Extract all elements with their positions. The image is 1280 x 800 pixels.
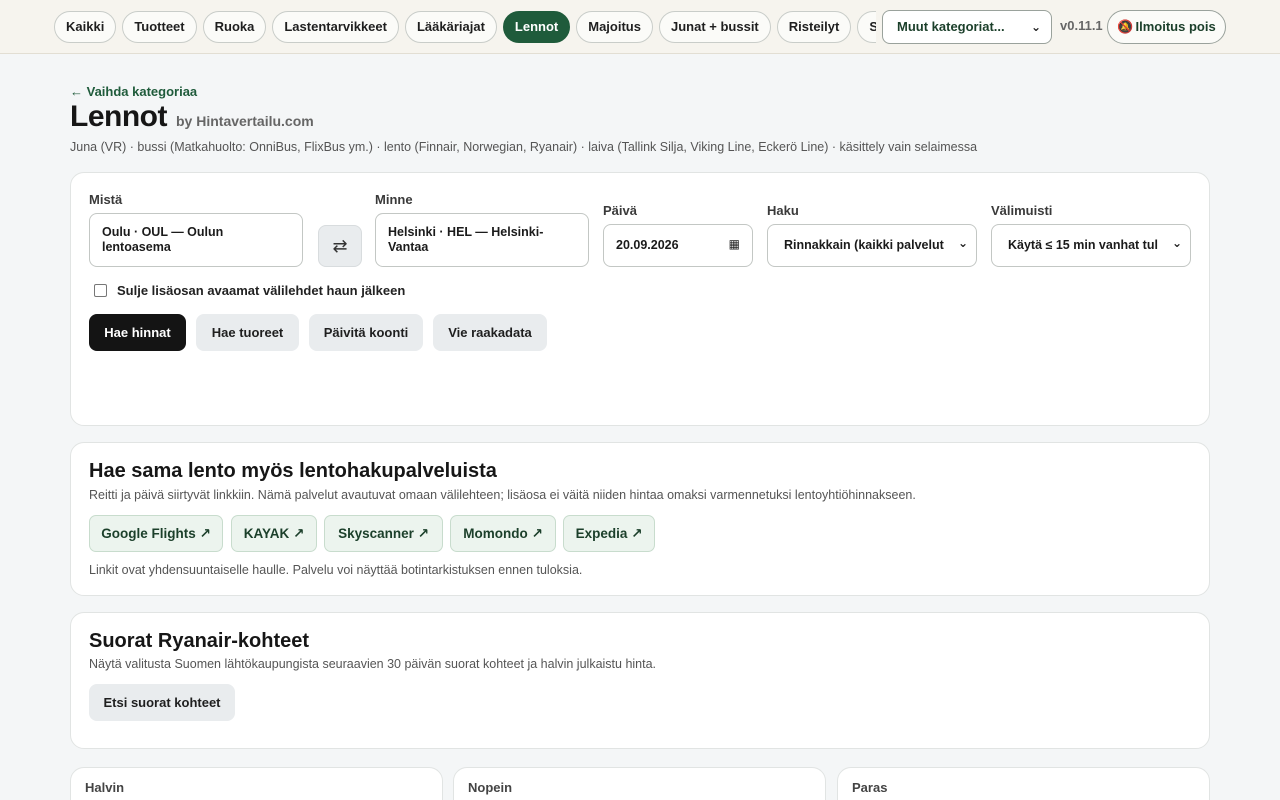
google-flights-link[interactable]: Google Flights ↗ <box>89 515 223 552</box>
mode-label: Haku <box>767 203 799 218</box>
tab-lennot[interactable]: Lennot <box>502 11 571 43</box>
cache-label: Välimuisti <box>991 203 1053 218</box>
to-label: Minne <box>375 192 413 207</box>
ryanair-desc: Näytä valitusta Suomen lähtökaupungista … <box>89 657 657 671</box>
chevron-down-icon: ⌄ <box>1030 20 1041 34</box>
summary-card-fastest: Nopein <box>453 767 826 800</box>
tab-laakariajat[interactable]: Lääkäriajat <box>404 11 497 43</box>
other-categories-value: Muut kategoriat... <box>897 19 1005 34</box>
ryanair-card: Suorat Ryanair-kohteet Näytä valitusta S… <box>70 612 1210 749</box>
date-input[interactable]: 20.09.2026 ▦ <box>603 224 753 267</box>
date-value: 20.09.2026 <box>616 238 679 252</box>
bell-off-icon: 🔕 <box>1117 19 1134 34</box>
summary-fastest-label: Nopein <box>468 780 513 795</box>
tab-tuotteet[interactable]: Tuotteet <box>122 11 197 43</box>
external-search-card: Hae sama lento myös lentohakupalveluista… <box>70 442 1210 596</box>
external-search-title: Hae sama lento myös lentohakupalveluista <box>89 460 497 482</box>
close-tabs-checkbox[interactable] <box>94 284 107 297</box>
export-raw-data-button[interactable]: Vie raakadata <box>433 314 547 351</box>
external-search-note: Linkit ovat yhdensuuntaiselle haulle. Pa… <box>89 563 583 577</box>
tab-ruoka[interactable]: Ruoka <box>202 11 267 43</box>
tab-lastentarvikkeet[interactable]: Lastentarvikkeet <box>272 11 399 43</box>
search-prices-button[interactable]: Hae hinnat <box>89 314 186 351</box>
search-mode-value: Rinnakkain (kaikki palvelut <box>784 238 944 252</box>
ryanair-title: Suorat Ryanair-kohteet <box>89 630 310 652</box>
chevron-down-icon: ⌄ <box>1171 236 1182 250</box>
chevron-down-icon: ⌄ <box>957 236 968 250</box>
tab-majoitus[interactable]: Majoitus <box>576 11 653 43</box>
cache-select[interactable]: Käytä ≤ 15 min vanhat tul ⌄ <box>991 224 1191 267</box>
other-categories-select[interactable]: Muut kategoriat... ⌄ <box>882 10 1052 44</box>
page-subtitle: Juna (VR) · bussi (Matkahuolto: OnniBus,… <box>70 140 978 154</box>
category-tabs[interactable]: Kaikki Tuotteet Ruoka Lastentarvikkeet Lääkä… <box>54 11 876 43</box>
search-mode-select[interactable]: Rinnakkain (kaikki palvelut ⌄ <box>767 224 977 267</box>
top-bar: Kaikki Tuotteet Ruoka Lastentarvikkeet Lääkä… <box>0 0 1280 54</box>
swap-icon: ⇄ <box>332 236 348 256</box>
swap-button[interactable]: ⇄ <box>318 225 362 267</box>
summary-cheapest-label: Halvin <box>85 780 125 795</box>
tab-junat-bussit[interactable]: Junat + bussit <box>658 11 771 43</box>
to-value: Helsinki · HEL — Helsinki-Vantaa <box>388 225 544 254</box>
search-fresh-button[interactable]: Hae tuoreet <box>196 314 299 351</box>
from-label: Mistä <box>89 192 123 207</box>
summary-card-cheapest: Halvin <box>70 767 443 800</box>
version-label: v0.11.1 <box>1060 18 1103 33</box>
change-category-link[interactable]: ← Vaihda kategoriaa <box>70 84 197 99</box>
tab-risteilyt[interactable]: Risteilyt <box>776 11 852 43</box>
expedia-link[interactable]: Expedia ↗ <box>563 515 655 552</box>
summary-best-label: Paras <box>852 780 888 795</box>
skyscanner-link[interactable]: Skyscanner ↗ <box>324 515 443 552</box>
summary-card-best: Paras <box>837 767 1210 800</box>
search-card: Mistä Oulu · OUL — Oulun lentoasema ⇄ Mi… <box>70 172 1210 426</box>
cache-value: Käytä ≤ 15 min vanhat tul <box>1008 238 1158 252</box>
refresh-summary-button[interactable]: Päivitä koonti <box>309 314 423 351</box>
date-label: Päivä <box>603 203 637 218</box>
page-title: Lennot <box>70 100 167 133</box>
tab-kaikki[interactable]: Kaikki <box>54 11 117 43</box>
notification-toggle-label: Ilmoitus pois <box>1135 19 1216 34</box>
external-search-desc: Reitti ja päivä siirtyvät linkkiin. Nämä… <box>89 488 916 502</box>
notification-toggle-button[interactable]: 🔕 Ilmoitus pois <box>1107 10 1226 44</box>
momondo-link[interactable]: Momondo ↗ <box>450 515 556 552</box>
from-value: Oulu · OUL — Oulun lentoasema <box>102 225 224 254</box>
close-tabs-label: Sulje lisäosan avaamat välilehdet haun j… <box>117 283 406 298</box>
from-field[interactable]: Oulu · OUL — Oulun lentoasema <box>89 213 303 267</box>
calendar-icon: ▦ <box>728 237 740 251</box>
kayak-link[interactable]: KAYAK ↗ <box>231 515 317 552</box>
by-line: by Hintavertailu.com <box>176 113 314 129</box>
find-direct-destinations-button[interactable]: Etsi suorat kohteet <box>89 684 235 721</box>
tab-sahko[interactable]: Sähk <box>857 11 876 43</box>
to-field[interactable]: Helsinki · HEL — Helsinki-Vantaa <box>375 213 589 267</box>
